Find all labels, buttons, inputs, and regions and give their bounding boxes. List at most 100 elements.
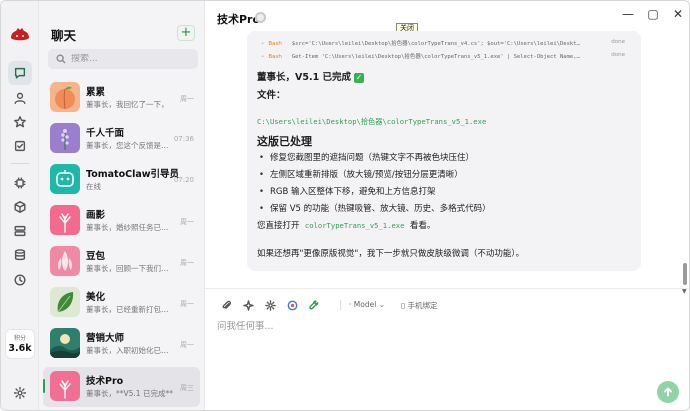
attach-icon[interactable] [219,298,233,312]
green-leaf-avatar [50,287,80,317]
tool-name: Bash [268,54,282,60]
chip-nav-icon[interactable] [8,171,32,195]
chat-item-doubao[interactable]: 豆包 董事长，回顾一下我们这… 周一 [43,242,200,282]
chat-item-name: 画影 [86,210,106,221]
chat-item-preview: 董事长，我回忆了一下， [86,100,169,109]
chat-item-time: 07:20 [173,176,194,184]
model-label: Model [353,300,377,309]
conversation-title: 技术Pro [217,13,261,26]
tool-status: done [611,39,625,45]
chat-item-preview: 在线 [86,182,101,191]
arrow-up-icon [664,387,672,397]
tasks-nav-icon[interactable] [8,134,32,158]
server-nav-icon[interactable] [8,219,32,243]
section-heading: 这版已处理 [257,135,312,148]
robot-avatar [50,164,80,194]
chat-item-qianren[interactable]: 千人千面 董事长，您这个反馈是… 07:36 [43,119,200,159]
wrench-icon[interactable] [307,298,321,312]
chat-item-name: 美化 [86,292,106,303]
phone-bind-button[interactable]: ▯ 手机绑定 [401,300,438,311]
peach-avatar [50,82,80,112]
tool-bullet-icon: • [261,41,265,47]
chat-item-time: 周一 [180,259,194,267]
composer: · Model ⌄ ▯ 手机绑定 [205,288,689,410]
settings-gear-icon[interactable] [8,381,32,405]
points-label: 积分 [13,335,26,342]
chat-list-panel: 聊天 + 累累 董事长，我回忆了一下， 周一 千人千面 董事长，您这个反馈是… … [39,1,205,410]
chat-search-box[interactable] [48,49,198,69]
tool-bullet-icon: • [261,54,265,60]
tool-call-row[interactable]: • Bash Get-Item 'C:\Users\leilei\Desktop\拾… [261,52,631,62]
rail-divider [11,163,29,164]
chat-item-huaying[interactable]: 画影 董事长，婚纱照任务已创… 周一 [43,201,200,241]
chat-item-yingxiao[interactable]: 营销大师 董事长，入职初始化已完… 周一 [43,324,200,364]
bullet-item: 保留 V5 的功能（热键吸管、放大镜、历史、多格式代码） [259,202,491,214]
points-badge[interactable]: 积分 3.6k [5,329,35,359]
clock-nav-icon[interactable] [8,268,32,292]
pink-plant-avatar [50,205,80,235]
footer-note: 如果还想再"更像原版视觉"，我下一步就只做皮肤级微调（不动功能）。 [257,249,525,259]
landscape-avatar [50,328,80,358]
chat-item-leilei[interactable]: 累累 董事长，我回忆了一下， 周一 [43,78,200,118]
tomato-logo-icon [11,28,29,41]
chat-item-time: 周一 [180,300,194,308]
chat-item-time: 周一 [180,218,194,226]
phone-bind-label: 手机绑定 [407,301,438,310]
sparkle-icon[interactable] [241,298,255,312]
magic-icon[interactable] [263,298,277,312]
chat-item-jishupro[interactable]: 技术Pro 董事长，**V5.1 已完成** 周三 [43,367,200,407]
model-chevron-icon: · [349,300,352,309]
new-chat-button[interactable]: + [177,25,195,41]
check-icon: ✓ [354,72,364,83]
file-label: 文件： [257,90,286,101]
done-line: 董事长，V5.1 已完成 ✓ [257,69,364,83]
send-button[interactable] [657,381,679,403]
chat-item-name: TomatoClaw引导员 [86,169,180,180]
minimize-button[interactable]: — [620,6,636,22]
contacts-nav-icon[interactable] [8,86,32,110]
model-chevron-down-icon: ⌄ [378,300,385,309]
chat-nav-icon[interactable] [8,61,32,85]
lavender-avatar [50,123,80,153]
search-icon [56,54,66,64]
cube-nav-icon[interactable] [8,195,32,219]
chat-item-time: 周一 [180,341,194,349]
scrollbar-thumb[interactable] [683,263,687,285]
chat-item-name: 豆包 [86,251,106,262]
message-input[interactable] [217,321,657,332]
chat-item-preview: 董事长，入职初始化已完… [86,346,174,355]
database-nav-icon[interactable] [8,243,32,267]
open-prefix: 您直接打开 [257,221,300,231]
file-path: C:\Users\leilei\Desktop\拾色器\colorTypeTra… [257,117,487,126]
model-selector[interactable]: · Model ⌄ [349,300,385,309]
chat-item-time: 周一 [180,95,194,103]
bullet-item: 左侧区域重新排版（放大镜/预览/按钮分层更清晰） [259,168,463,180]
chat-item-name: 技术Pro [86,376,124,387]
open-suffix: 看看。 [409,221,436,231]
assistant-message: • Bash $src='C:\Users\leilei\Desktop\拾色器\c… [247,31,641,271]
phone-icon: ▯ [401,301,406,310]
star-nav-icon[interactable] [8,110,32,134]
points-value: 3.6k [8,343,32,354]
chat-item-meihua[interactable]: 美化 董事长，已经重新打包完… 周一 [43,283,200,323]
maximize-button[interactable]: ▢ [645,6,661,22]
chat-item-preview: 董事长，回顾一下我们这… [86,264,174,273]
chat-item-name: 千人千面 [86,128,125,139]
chat-item-preview: 董事长，**V5.1 已完成** [86,389,173,398]
record-icon[interactable] [285,298,299,312]
chat-item-tomatoclaw[interactable]: TomatoClaw引导员 在线 07:20 [43,160,200,200]
app-window: 积分 3.6k 聊天 + 累累 董事长，我回忆了一下， 周一 千人 [0,0,690,411]
pink-coral-avatar [50,371,80,401]
chat-item-time: 07:36 [173,135,194,143]
bullet-item: 修复您截图里的遮挡问题（热键文字不再被色块压住） [259,151,474,163]
chat-search-input[interactable] [71,54,191,64]
bullet-item: RGB 输入区整体下移，避免和上方信息打架 [259,185,436,197]
close-button[interactable]: ✕ [670,6,686,22]
tool-command: $src='C:\Users\leilei\Desktop\拾色器\colorT… [291,41,580,47]
chat-item-time: 周三 [180,384,194,392]
nav-rail: 积分 3.6k [1,1,39,410]
conversation-pane: 技术Pro — ▢ ✕ 关闭 • Bash $src='C:\Users\leile… [205,1,689,410]
chat-item-preview: 董事长，您这个反馈是… [86,141,169,150]
tool-call-row[interactable]: • Bash $src='C:\Users\leilei\Desktop\拾色器\c… [261,39,631,49]
tool-name: Bash [268,41,282,47]
